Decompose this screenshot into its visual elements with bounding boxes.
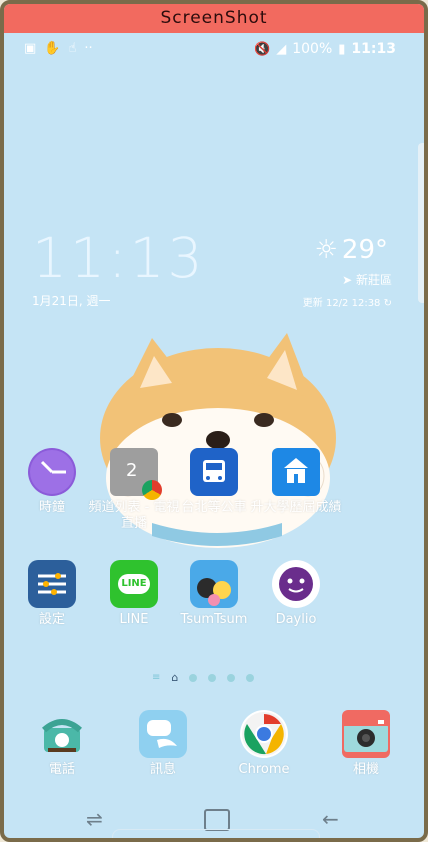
tsumtsum-icon — [190, 560, 238, 608]
app-university-scores[interactable]: 升大學歷屆成績 — [250, 448, 342, 516]
app-label: 台北等公車 — [181, 500, 247, 515]
widget-location: ➤ 新莊區 — [342, 271, 392, 288]
app-label: 頻道列表 - 電視直播 — [88, 500, 180, 531]
more-icon: ·· — [84, 41, 93, 56]
phone-icon — [38, 710, 86, 758]
page-dot[interactable] — [246, 673, 255, 682]
chrome-mini-icon — [142, 480, 162, 500]
app-label: 訊息 — [149, 762, 176, 777]
app-clock[interactable]: 時鐘 — [6, 448, 98, 516]
location-pin-icon: ➤ — [342, 273, 356, 287]
battery-percent: 100% — [292, 41, 333, 57]
battery-icon: ▮ — [338, 41, 346, 57]
dock-phone[interactable]: 電話 — [16, 710, 108, 778]
page-dot[interactable] — [208, 673, 217, 682]
mute-icon: 🔇 — [254, 41, 271, 57]
home-page-icon[interactable]: ⌂ — [171, 671, 178, 684]
line-logo-text: LINE — [118, 574, 150, 594]
widget-location-label: 新莊區 — [355, 273, 392, 287]
camera-icon — [342, 710, 390, 758]
daylio-icon — [272, 560, 320, 608]
page-dot[interactable] — [227, 673, 236, 682]
widget-updated-label: 更新 12/2 12:38 — [302, 298, 381, 309]
app-label: 設定 — [38, 612, 65, 627]
app-line[interactable]: LINE LINE — [88, 560, 180, 628]
settings-icon — [28, 560, 76, 608]
hand-icon: ☝ — [68, 41, 77, 56]
app-daylio[interactable]: Daylio — [250, 560, 342, 628]
home-button-icon[interactable] — [204, 809, 230, 831]
app-label: Chrome — [238, 762, 290, 777]
page-indicator: ≡ ⌂ — [152, 671, 255, 684]
dock-chrome[interactable]: Chrome — [218, 710, 310, 778]
edge-panel-handle[interactable] — [418, 143, 424, 303]
messages-icon — [139, 710, 187, 758]
status-bar: ▣ ✋ ☝ ·· 🔇 ◢ 100% ▮ 11:13 — [4, 33, 424, 63]
finger-icon: ✋ — [44, 41, 61, 56]
home-screen: ▣ ✋ ☝ ·· 🔇 ◢ 100% ▮ 11:13 11:13 1月21日, 週… — [4, 33, 424, 838]
app-label: TsumTsum — [180, 612, 248, 627]
app-label: 時鐘 — [38, 500, 65, 515]
school-icon — [272, 448, 320, 496]
widget-date: 1月21日, 週一 — [32, 294, 111, 308]
menu-page-icon[interactable]: ≡ — [152, 672, 160, 683]
dock-camera[interactable]: 相機 — [320, 710, 412, 778]
refresh-icon[interactable]: ↻ — [384, 298, 392, 309]
app-tv-channels[interactable]: 2 頻道列表 - 電視直播 — [88, 448, 180, 532]
app-label: 電話 — [48, 762, 75, 777]
line-icon: LINE — [110, 560, 158, 608]
tv-badge: 2 — [126, 460, 138, 481]
widget-clock-time[interactable]: 11:13 — [32, 226, 206, 290]
bus-icon — [190, 448, 238, 496]
gesture-hint — [112, 829, 320, 838]
widget-weather[interactable]: ☼ 29° — [315, 235, 388, 265]
window-title: ScreenShot — [4, 4, 424, 33]
clock-icon — [28, 448, 76, 496]
app-label: LINE — [119, 612, 149, 627]
dock-messages[interactable]: 訊息 — [117, 710, 209, 778]
app-tsumtsum[interactable]: TsumTsum — [168, 560, 260, 628]
recent-apps-icon[interactable]: ⇌ — [86, 807, 112, 831]
widget-temperature: 29° — [341, 235, 388, 265]
navigation-bar: ⇌ ← — [4, 791, 424, 838]
app-settings[interactable]: 設定 — [6, 560, 98, 628]
back-icon[interactable]: ← — [322, 807, 348, 831]
sun-icon: ☼ — [314, 235, 338, 265]
app-taipei-bus[interactable]: 台北等公車 — [168, 448, 260, 516]
status-left-icons: ▣ ✋ ☝ ·· — [24, 41, 93, 56]
page-dot[interactable] — [189, 673, 198, 682]
tray-icon: ▣ — [24, 41, 37, 56]
device-frame: ScreenShot ▣ ✋ ☝ ·· 🔇 ◢ 100% ▮ 11:13 11:… — [0, 0, 428, 842]
chrome-icon — [240, 710, 288, 758]
signal-icon: ◢ — [276, 41, 287, 57]
app-label: Daylio — [275, 612, 317, 627]
status-right-icons: 🔇 ◢ 100% ▮ 11:13 — [254, 41, 396, 57]
app-label: 升大學歷屆成績 — [250, 500, 342, 515]
tv-channel-icon: 2 — [110, 448, 162, 500]
app-label: 相機 — [352, 762, 379, 777]
widget-updated: 更新 12/2 12:38 ↻ — [303, 294, 392, 309]
status-time: 11:13 — [351, 41, 396, 57]
